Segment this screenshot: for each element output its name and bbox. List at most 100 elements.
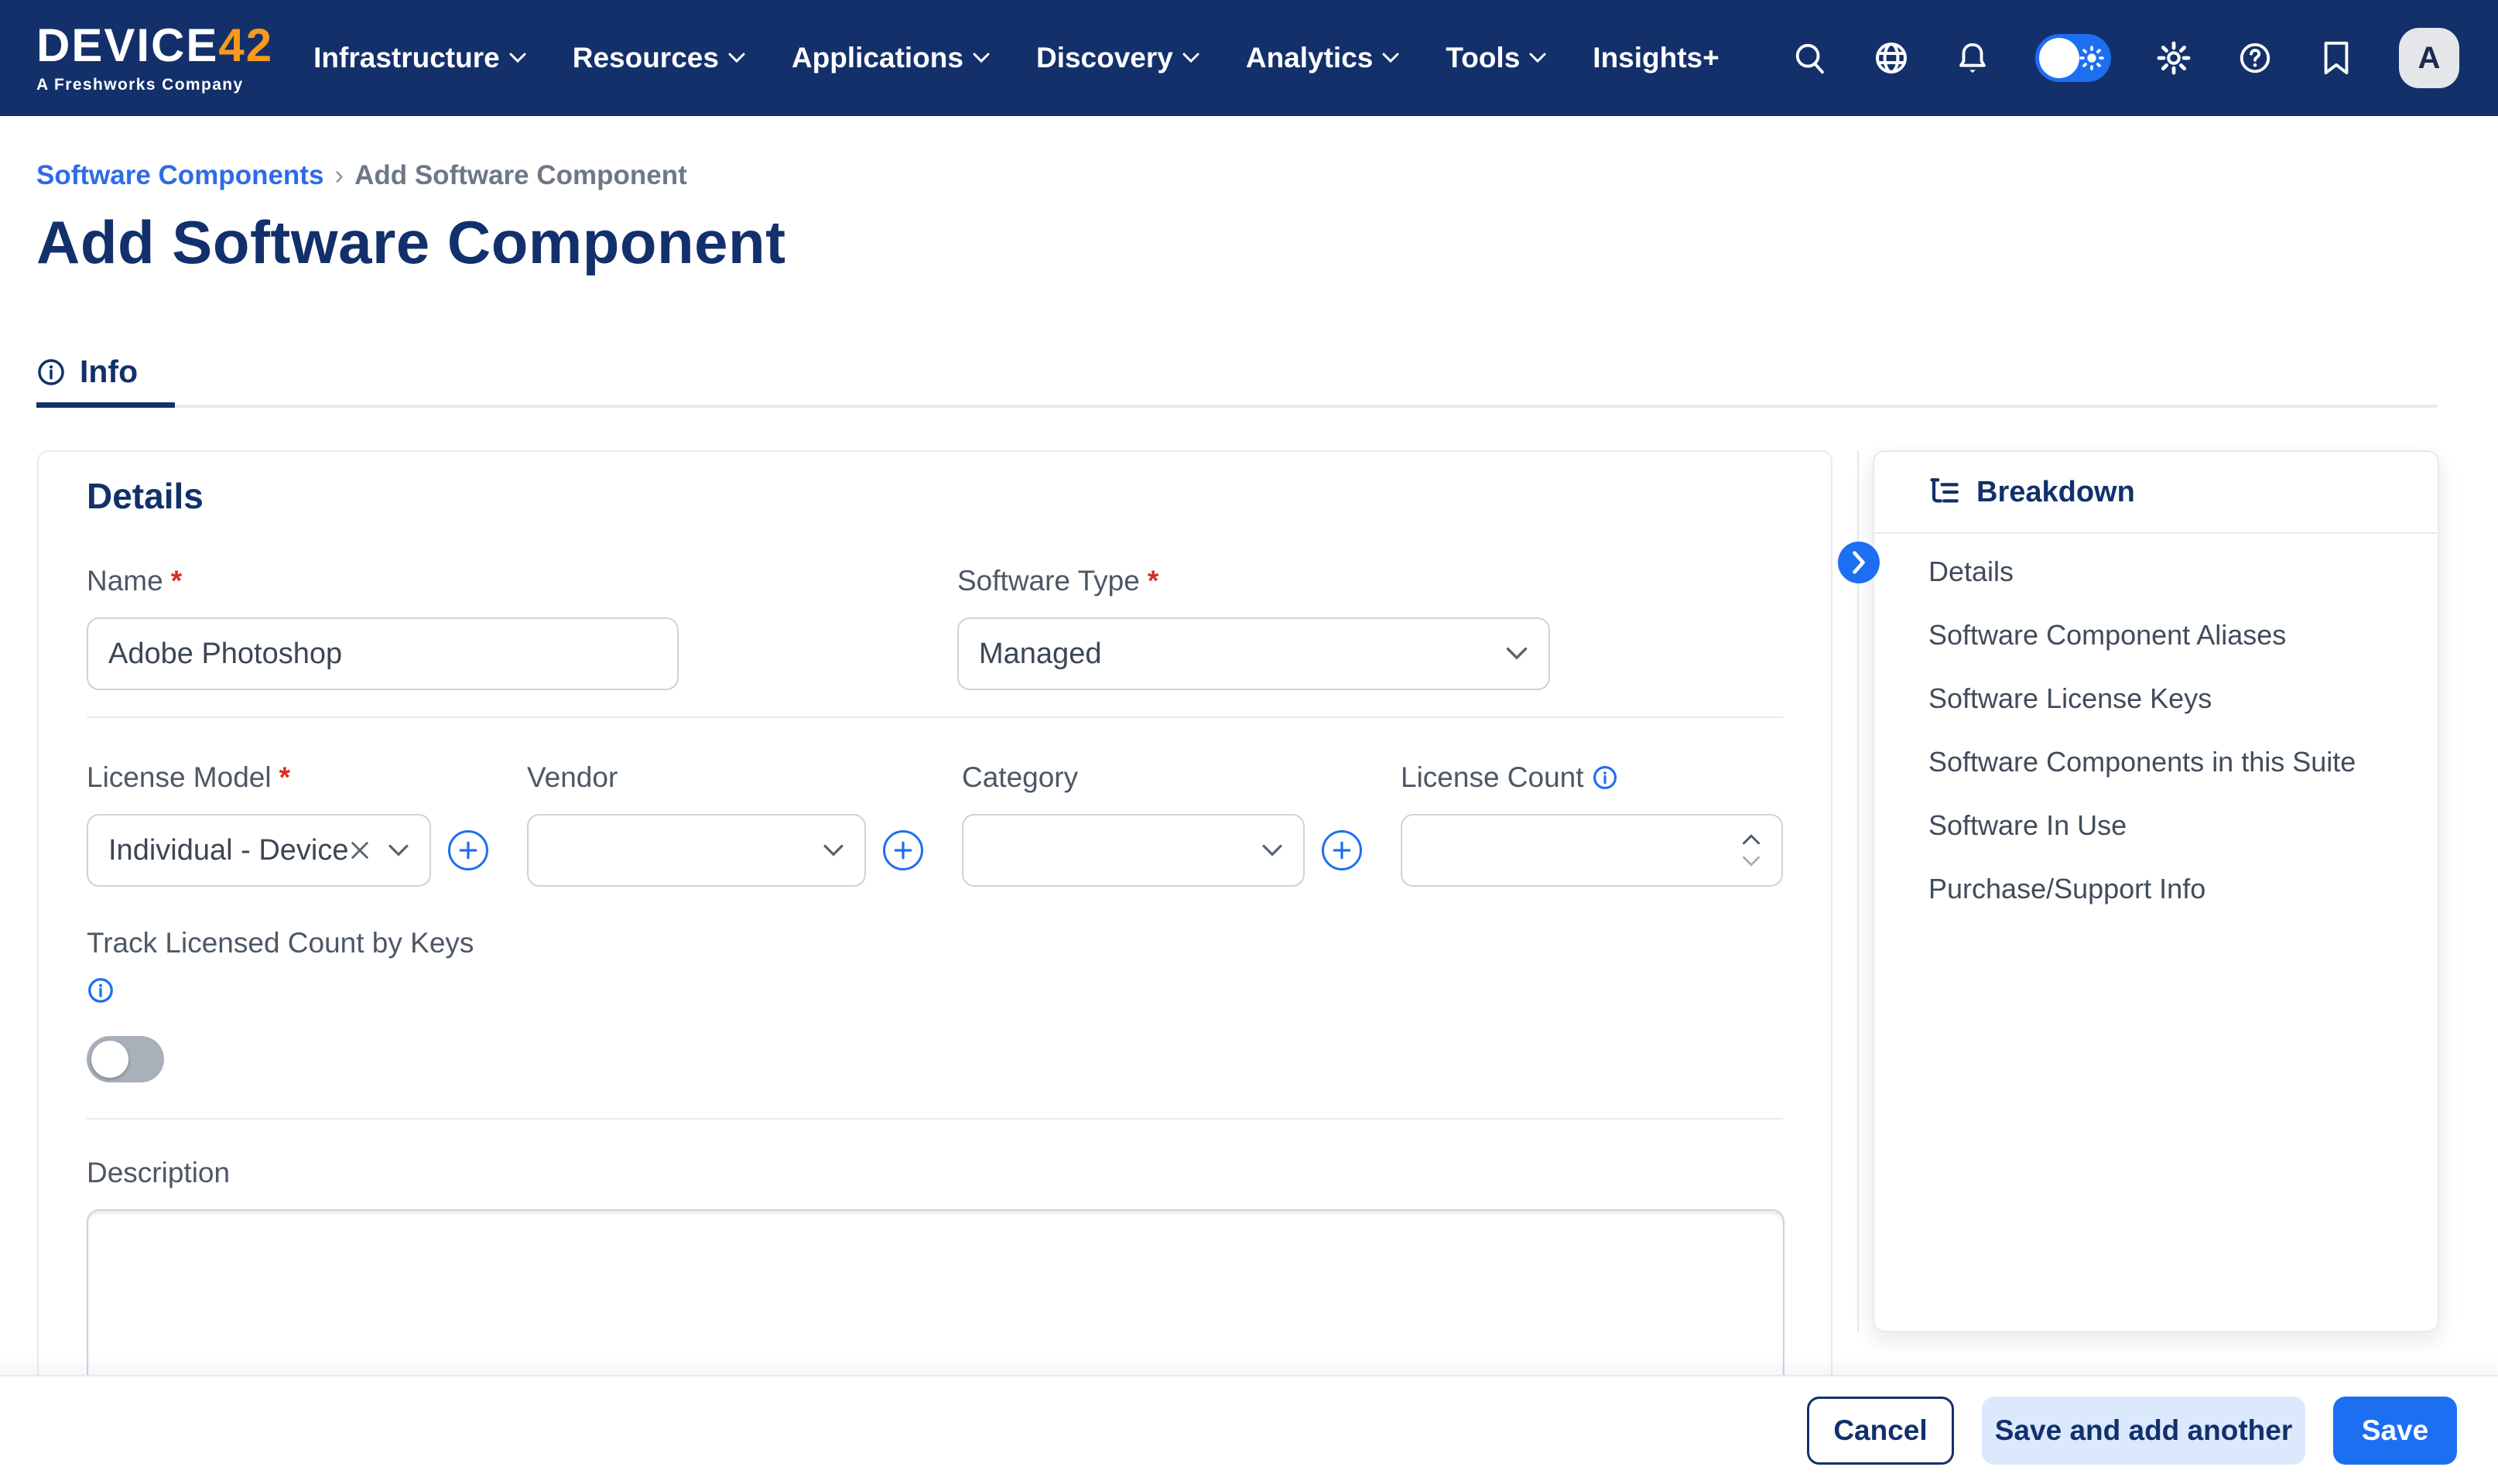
chevron-down-icon bbox=[1182, 53, 1199, 63]
form-row-2: License Model * Individual - Device Ve bbox=[87, 761, 1783, 887]
vendor-group: Vendor bbox=[527, 761, 923, 887]
chevron-down-icon bbox=[823, 844, 844, 857]
description-label: Description bbox=[87, 1157, 1783, 1189]
sun-icon bbox=[2079, 45, 2105, 71]
breakdown-item-in-use[interactable]: Software In Use bbox=[1874, 794, 2438, 857]
plus-icon bbox=[893, 840, 913, 860]
clear-x-icon[interactable] bbox=[349, 839, 371, 861]
license-model-group: License Model * Individual - Device bbox=[87, 761, 488, 887]
collapse-breakdown-button[interactable] bbox=[1838, 542, 1880, 583]
name-input[interactable] bbox=[87, 617, 679, 690]
software-type-field-block: Software Type * Managed bbox=[957, 565, 1550, 690]
breadcrumb-current: Add Software Component bbox=[354, 160, 687, 191]
track-keys-toggle[interactable] bbox=[87, 1036, 164, 1082]
save-button[interactable]: Save bbox=[2333, 1397, 2457, 1465]
logo-text: DEVICE42 bbox=[36, 22, 273, 69]
globe-icon[interactable] bbox=[1873, 39, 1910, 77]
add-license-model-button[interactable] bbox=[448, 830, 488, 870]
main-menu: Infrastructure Resources Applications Di… bbox=[313, 42, 1720, 74]
chevron-down-icon bbox=[1382, 53, 1399, 63]
software-type-select[interactable]: Managed bbox=[957, 617, 1550, 690]
cancel-button[interactable]: Cancel bbox=[1807, 1397, 1954, 1465]
theme-toggle-knob bbox=[2039, 38, 2079, 78]
tab-info[interactable]: Info bbox=[36, 341, 175, 408]
bookmark-icon[interactable] bbox=[2318, 39, 2355, 77]
settings-gear-icon[interactable] bbox=[2155, 39, 2192, 77]
section-title-details: Details bbox=[87, 475, 1783, 517]
breadcrumb: Software Components › Add Software Compo… bbox=[36, 160, 687, 191]
breadcrumb-separator: › bbox=[334, 160, 344, 191]
avatar-letter: A bbox=[2418, 41, 2441, 76]
top-navbar: DEVICE42 A Freshworks Company Infrastruc… bbox=[0, 0, 2498, 116]
device42-logo[interactable]: DEVICE42 A Freshworks Company bbox=[36, 22, 273, 94]
breakdown-header: Breakdown bbox=[1874, 452, 2438, 534]
software-type-label: Software Type * bbox=[957, 565, 1550, 597]
section-divider bbox=[87, 716, 1783, 718]
chevron-down-icon bbox=[1261, 844, 1283, 857]
details-card: Details Name * Software Type * Managed bbox=[37, 450, 1832, 1484]
plus-icon bbox=[458, 840, 478, 860]
breakdown-list: Details Software Component Aliases Softw… bbox=[1874, 534, 2438, 921]
breakdown-item-suite[interactable]: Software Components in this Suite bbox=[1874, 730, 2438, 794]
theme-toggle[interactable] bbox=[2035, 34, 2111, 82]
logo-device: DEVIC bbox=[36, 19, 186, 71]
info-icon bbox=[36, 357, 66, 387]
chevron-down-icon bbox=[973, 53, 990, 63]
menu-insights[interactable]: Insights+ bbox=[1593, 42, 1719, 74]
name-field-block: Name * bbox=[87, 565, 679, 690]
category-group: Category bbox=[962, 761, 1362, 887]
menu-tools[interactable]: Tools bbox=[1446, 42, 1546, 74]
add-category-button[interactable] bbox=[1322, 830, 1362, 870]
info-icon[interactable] bbox=[1592, 764, 1618, 791]
required-asterisk: * bbox=[171, 565, 182, 597]
breakdown-tree-icon bbox=[1928, 476, 1961, 508]
name-label: Name * bbox=[87, 565, 679, 597]
vendor-label: Vendor bbox=[527, 761, 866, 794]
breakdown-item-license-keys[interactable]: Software License Keys bbox=[1874, 667, 2438, 730]
spinner-up-icon[interactable] bbox=[1741, 833, 1761, 845]
license-model-label: License Model * bbox=[87, 761, 431, 794]
help-icon[interactable] bbox=[2236, 39, 2274, 77]
breadcrumb-parent-link[interactable]: Software Components bbox=[36, 160, 323, 191]
license-count-input[interactable] bbox=[1401, 814, 1783, 887]
menu-applications[interactable]: Applications bbox=[792, 42, 990, 74]
form-row-1: Name * Software Type * Managed bbox=[87, 565, 1783, 690]
breakdown-panel: Breakdown Details Software Component Ali… bbox=[1873, 450, 2439, 1332]
license-model-select[interactable]: Individual - Device bbox=[87, 814, 431, 887]
notifications-bell-icon[interactable] bbox=[1954, 39, 1991, 77]
menu-analytics[interactable]: Analytics bbox=[1246, 42, 1400, 74]
chevron-down-icon bbox=[509, 53, 526, 63]
logo-tagline: A Freshworks Company bbox=[36, 76, 273, 94]
category-select[interactable] bbox=[962, 814, 1305, 887]
track-keys-label: Track Licensed Count by Keys bbox=[87, 927, 1783, 959]
category-label: Category bbox=[962, 761, 1305, 794]
menu-resources[interactable]: Resources bbox=[573, 42, 745, 74]
chevron-down-icon bbox=[1505, 647, 1528, 661]
action-footer: Cancel Save and add another Save bbox=[0, 1375, 2498, 1484]
track-keys-block: Track Licensed Count by Keys bbox=[87, 927, 1783, 1082]
logo-42: 42 bbox=[218, 19, 273, 71]
menu-infrastructure[interactable]: Infrastructure bbox=[313, 42, 526, 74]
user-avatar[interactable]: A bbox=[2399, 28, 2459, 88]
breakdown-item-aliases[interactable]: Software Component Aliases bbox=[1874, 604, 2438, 667]
breakdown-item-purchase[interactable]: Purchase/Support Info bbox=[1874, 857, 2438, 921]
section-divider bbox=[87, 1118, 1783, 1120]
search-icon[interactable] bbox=[1791, 39, 1829, 77]
breakdown-item-details[interactable]: Details bbox=[1874, 540, 2438, 604]
license-count-label: License Count bbox=[1401, 761, 1783, 794]
chevron-down-icon bbox=[1529, 53, 1546, 63]
plus-icon bbox=[1332, 840, 1352, 860]
chevron-down-icon bbox=[728, 53, 745, 63]
vendor-select[interactable] bbox=[527, 814, 866, 887]
required-asterisk: * bbox=[1148, 565, 1158, 597]
toggle-knob bbox=[91, 1041, 128, 1078]
info-icon[interactable] bbox=[87, 976, 115, 1004]
add-vendor-button[interactable] bbox=[883, 830, 923, 870]
menu-discovery[interactable]: Discovery bbox=[1036, 42, 1199, 74]
number-spinner bbox=[1741, 833, 1761, 867]
chevron-right-icon bbox=[1850, 551, 1867, 574]
required-asterisk: * bbox=[279, 761, 290, 794]
spinner-down-icon[interactable] bbox=[1741, 856, 1761, 867]
save-and-add-another-button[interactable]: Save and add another bbox=[1982, 1397, 2305, 1465]
chevron-down-icon bbox=[388, 844, 409, 857]
